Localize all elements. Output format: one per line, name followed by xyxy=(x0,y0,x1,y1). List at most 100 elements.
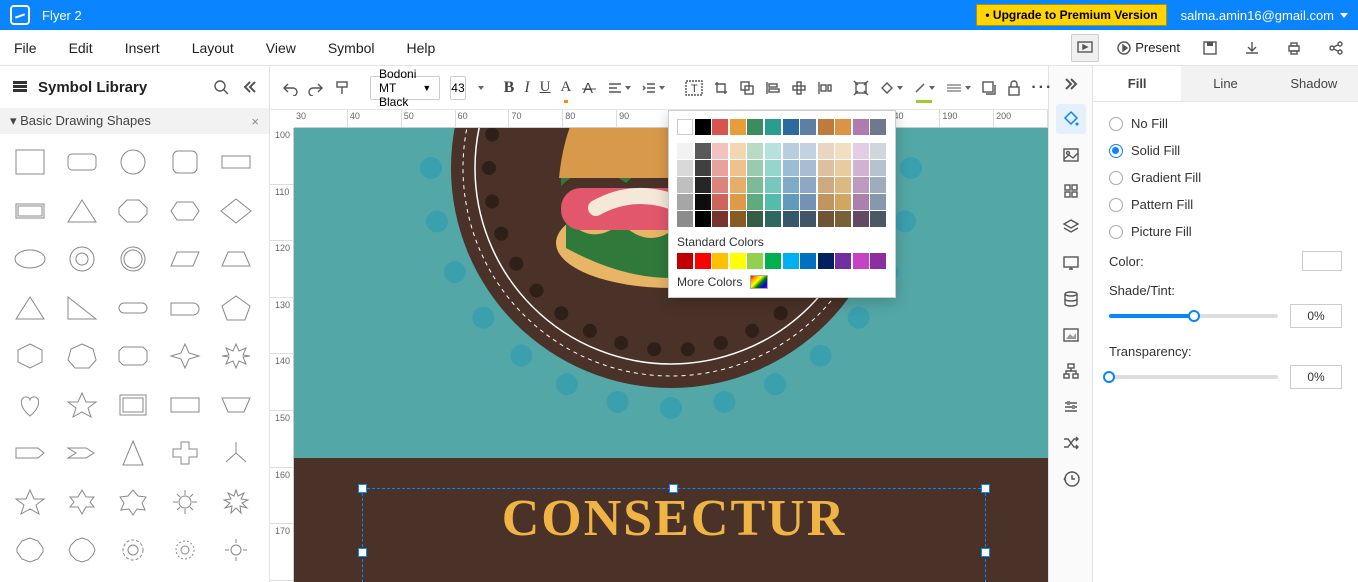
color-swatch-item[interactable] xyxy=(783,119,799,135)
shape-cog[interactable] xyxy=(212,528,260,572)
shape-triangle-tall[interactable] xyxy=(109,431,157,475)
menu-symbol[interactable]: Symbol xyxy=(328,40,375,56)
shape-rectangle[interactable] xyxy=(212,140,260,184)
shape-double-rect[interactable] xyxy=(6,189,54,233)
color-swatch-item[interactable] xyxy=(783,194,799,210)
color-swatch-item[interactable] xyxy=(765,177,781,193)
menu-edit[interactable]: Edit xyxy=(69,40,93,56)
shape-decagon[interactable] xyxy=(6,528,54,572)
shade-value[interactable]: 0% xyxy=(1290,304,1342,328)
color-swatch-item[interactable] xyxy=(853,211,869,227)
color-swatch-item[interactable] xyxy=(730,177,746,193)
color-swatch-item[interactable] xyxy=(765,143,781,159)
color-swatch-item[interactable] xyxy=(818,119,834,135)
shape-dodecagon[interactable] xyxy=(58,528,106,572)
radio-picture-fill[interactable]: Picture Fill xyxy=(1109,224,1342,239)
close-icon[interactable]: × xyxy=(251,114,259,129)
shape-gear[interactable] xyxy=(109,528,157,572)
panel-screen-icon[interactable] xyxy=(1056,248,1086,278)
color-swatch-item[interactable] xyxy=(677,143,693,159)
color-swatch-item[interactable] xyxy=(818,253,834,269)
shape-square[interactable] xyxy=(6,140,54,184)
panel-fill-icon[interactable] xyxy=(1056,104,1086,134)
color-swatch-item[interactable] xyxy=(835,119,851,135)
resize-button[interactable] xyxy=(853,75,869,101)
shade-slider[interactable] xyxy=(1109,314,1278,318)
color-swatch-item[interactable] xyxy=(695,194,711,210)
color-swatch-item[interactable] xyxy=(853,119,869,135)
line-style-button[interactable] xyxy=(945,75,971,101)
color-swatch-item[interactable] xyxy=(765,119,781,135)
color-swatch-item[interactable] xyxy=(730,119,746,135)
align-button[interactable] xyxy=(607,75,631,101)
color-swatch-item[interactable] xyxy=(783,211,799,227)
color-swatch-item[interactable] xyxy=(677,160,693,176)
indent-button[interactable] xyxy=(641,75,665,101)
present-button[interactable]: Present xyxy=(1117,40,1180,55)
more-colors-button[interactable]: More Colors xyxy=(677,275,887,289)
handle-e[interactable] xyxy=(981,548,990,557)
color-swatch-item[interactable] xyxy=(870,194,886,210)
shape-half-pill[interactable] xyxy=(161,286,209,330)
panel-database-icon[interactable] xyxy=(1056,284,1086,314)
shape-trapezoid[interactable] xyxy=(212,237,260,281)
color-swatch-item[interactable] xyxy=(765,160,781,176)
format-painter-button[interactable] xyxy=(334,75,350,101)
shape-star6[interactable] xyxy=(58,480,106,524)
shape-tag[interactable] xyxy=(6,431,54,475)
color-swatch-item[interactable] xyxy=(695,143,711,159)
color-swatch-item[interactable] xyxy=(870,160,886,176)
panel-grid-icon[interactable] xyxy=(1056,176,1086,206)
shape-heptagon[interactable] xyxy=(58,334,106,378)
color-swatch-item[interactable] xyxy=(677,177,693,193)
shape-trap-down[interactable] xyxy=(212,383,260,427)
color-swatch-item[interactable] xyxy=(677,119,693,135)
search-icon[interactable] xyxy=(213,79,229,95)
color-swatch-item[interactable] xyxy=(853,177,869,193)
shape-gear2[interactable] xyxy=(161,528,209,572)
color-swatch-item[interactable] xyxy=(800,119,816,135)
shape-triangle-up[interactable] xyxy=(6,286,54,330)
color-swatch-item[interactable] xyxy=(730,211,746,227)
color-swatch-item[interactable] xyxy=(818,143,834,159)
shape-right-triangle[interactable] xyxy=(58,286,106,330)
print-button[interactable] xyxy=(1282,36,1306,60)
group-button[interactable] xyxy=(739,75,755,101)
color-swatch-item[interactable] xyxy=(747,119,763,135)
color-swatch-item[interactable] xyxy=(747,177,763,193)
panel-history-icon[interactable] xyxy=(1056,464,1086,494)
color-swatch-item[interactable] xyxy=(800,253,816,269)
tab-line[interactable]: Line xyxy=(1181,66,1269,101)
font-select[interactable]: Bodoni MT Black▼ xyxy=(370,76,440,100)
shape-star7[interactable] xyxy=(109,480,157,524)
color-swatch-item[interactable] xyxy=(747,211,763,227)
radio-solid-fill[interactable]: Solid Fill xyxy=(1109,143,1342,158)
shape-rounded-square[interactable] xyxy=(161,140,209,184)
shape-parallelogram[interactable] xyxy=(161,237,209,281)
shape-triangle[interactable] xyxy=(58,189,106,233)
headline-text[interactable]: CONSECTUR xyxy=(363,489,985,548)
transparency-slider[interactable] xyxy=(1109,375,1278,379)
upgrade-button[interactable]: • Upgrade to Premium Version xyxy=(976,4,1166,26)
tab-shadow[interactable]: Shadow xyxy=(1270,66,1358,101)
download-button[interactable] xyxy=(1240,36,1264,60)
color-swatch-item[interactable] xyxy=(835,253,851,269)
color-swatch-item[interactable] xyxy=(783,177,799,193)
handle-w[interactable] xyxy=(358,548,367,557)
color-swatch-item[interactable] xyxy=(765,253,781,269)
color-swatch-item[interactable] xyxy=(835,177,851,193)
crop-button[interactable] xyxy=(713,75,729,101)
color-swatch-item[interactable] xyxy=(730,160,746,176)
panel-image-icon[interactable] xyxy=(1056,140,1086,170)
color-swatch-item[interactable] xyxy=(800,211,816,227)
underline-button[interactable]: U xyxy=(540,75,551,101)
strikethrough-button[interactable]: A xyxy=(581,75,597,101)
shape-pill[interactable] xyxy=(109,286,157,330)
color-swatch-item[interactable] xyxy=(677,253,693,269)
color-swatch-item[interactable] xyxy=(783,160,799,176)
color-swatch-item[interactable] xyxy=(712,211,728,227)
color-swatch-item[interactable] xyxy=(800,194,816,210)
redo-button[interactable] xyxy=(308,75,324,101)
color-swatch-item[interactable] xyxy=(677,194,693,210)
line-color-button[interactable] xyxy=(913,75,935,101)
